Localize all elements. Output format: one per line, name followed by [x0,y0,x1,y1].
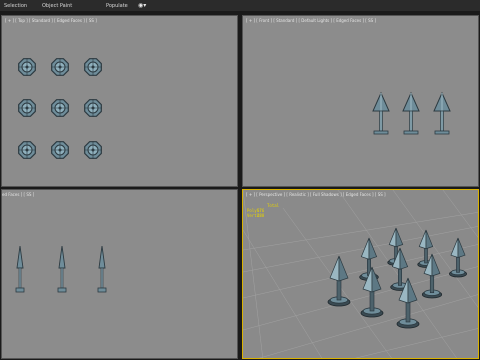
spike-top-view[interactable] [18,141,36,159]
viewport-top[interactable]: [ + ] [ Top ] [ Standard ] [ Edged Faces… [1,15,238,187]
spike-left-view[interactable] [97,245,107,293]
spike-front-view[interactable] [372,91,390,135]
spike-top-view[interactable] [84,141,102,159]
spike-perspective-view[interactable] [449,237,467,278]
menu-bar: Selection Object Paint Populate ◉▾ [0,0,480,11]
max-workspace: Selection Object Paint Populate ◉▾ [ + ]… [0,0,480,360]
spike-left-view[interactable] [15,245,25,293]
spike-top-view[interactable] [51,141,69,159]
menu-object-paint[interactable]: Object Paint [38,3,102,9]
spike-left-view[interactable] [57,245,67,293]
menu-selection[interactable]: Selection [0,3,38,9]
spike-front-view[interactable] [433,91,451,135]
viewport-perspective[interactable]: [ + ] [ Perspective ] [ Realistic ] [ Fu… [242,189,479,359]
viewport-perspective-label[interactable]: [ + ] [ Perspective ] [ Realistic ] [ Fu… [246,192,386,197]
viewport-top-scene [18,58,102,159]
stats-overlay: Total Polys: 576 Verts: 288 [247,203,279,218]
spike-top-view[interactable] [84,58,102,76]
eye-icon[interactable]: ◉▾ [138,2,146,9]
spike-top-view[interactable] [84,99,102,117]
viewport-left[interactable]: ed Faces ] [ SS ] [1,189,238,359]
stats-row: Verts: 288 [247,213,265,218]
viewport-front-scene [372,91,451,135]
spike-top-view[interactable] [51,58,69,76]
menu-populate[interactable]: Populate [102,3,138,9]
spike-top-view[interactable] [18,58,36,76]
viewport-front[interactable]: [ + ] [ Front ] [ Standard ] [ Default L… [242,15,479,187]
spike-perspective-view[interactable] [327,255,351,307]
spike-top-view[interactable] [18,99,36,117]
spike-top-view[interactable] [51,99,69,117]
spike-front-view[interactable] [402,91,420,135]
viewport-left-scene [15,245,107,293]
